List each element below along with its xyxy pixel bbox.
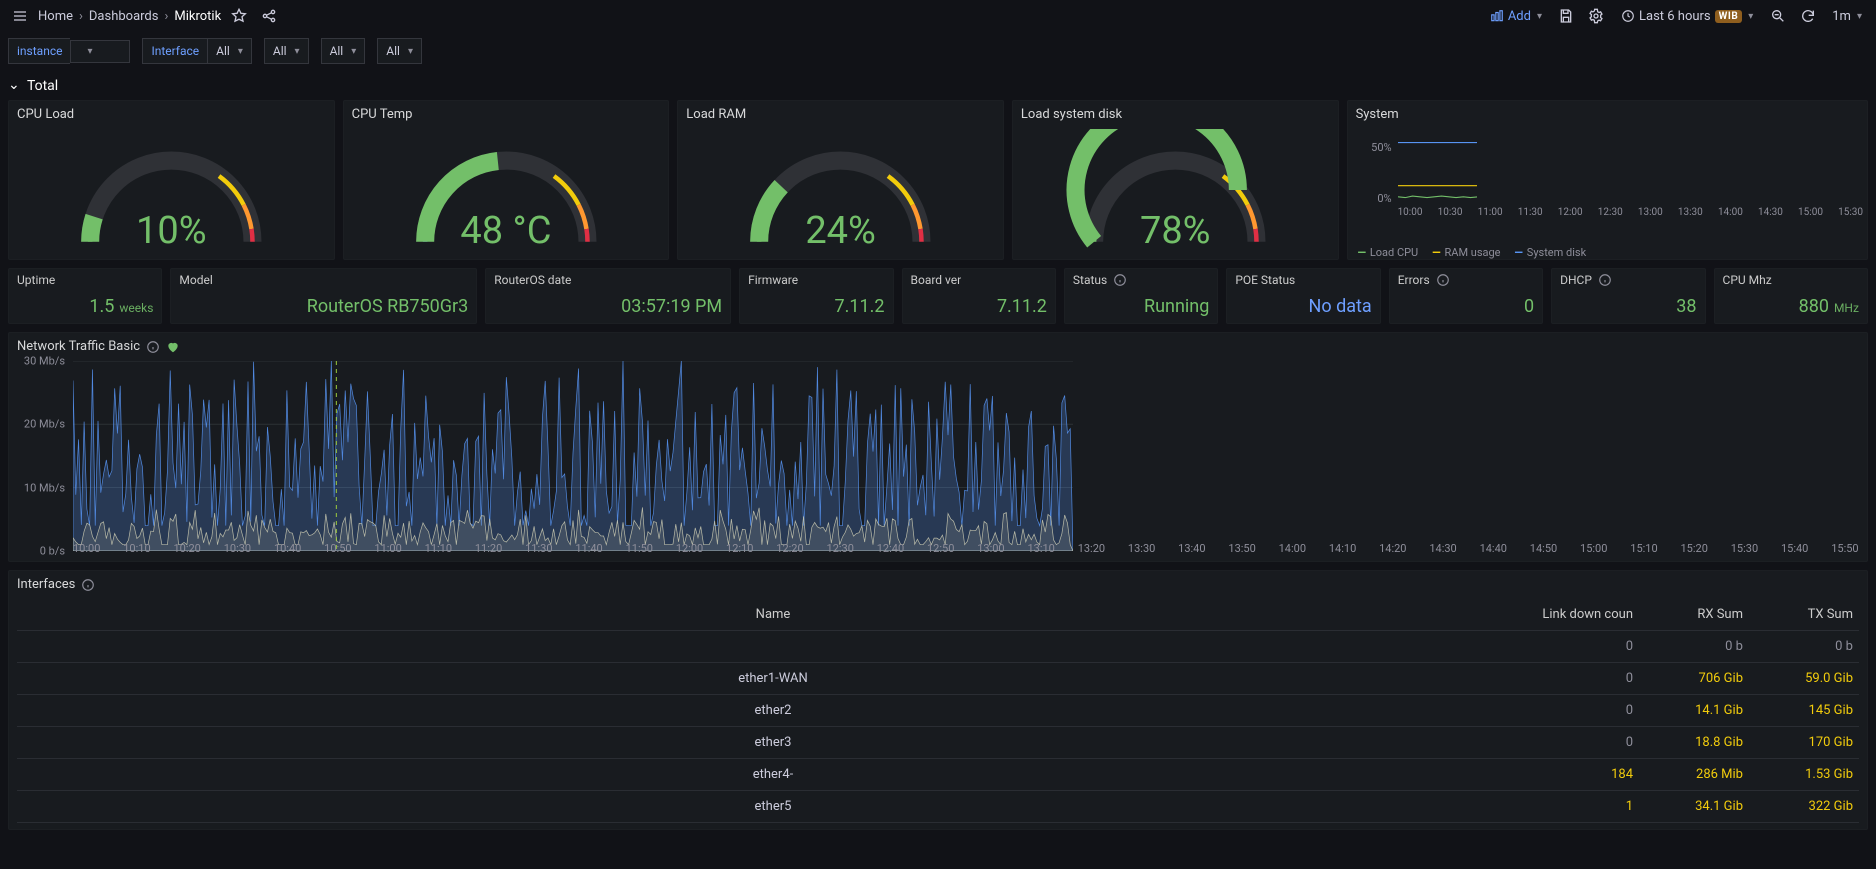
var-instance: instance [8,38,130,64]
table-row[interactable]: ether5134.1 Gib322 Gib [17,791,1859,823]
share-icon[interactable] [257,4,281,28]
panel-stat-routeros-date[interactable]: RouterOS date 03:57:19 PM [485,268,731,324]
var-interface-dropdown[interactable]: All [207,38,252,64]
panel-stat-status[interactable]: Status Running [1064,268,1218,324]
stat-value: 880 MHz [1799,296,1859,317]
panel-stat-firmware[interactable]: Firmware 7.11.2 [739,268,893,324]
var-extra-3-dropdown[interactable]: All [377,38,422,64]
variable-bar: instance Interface All All All All [0,32,1876,74]
timerange-picker[interactable]: Last 6 hours WIB [1614,4,1760,28]
var-instance-label: instance [8,38,70,64]
table-row[interactable]: 00 b0 b [17,631,1859,663]
panel-title: CPU Mhz [1715,269,1867,287]
panel-title: POE Status [1227,269,1379,287]
panel-system[interactable]: System 50% 0% 10:0010:3011:0011:3012:001… [1347,100,1868,260]
var-interface-label: Interface [142,38,207,64]
stat-value: 38 [1676,296,1696,317]
panel-load-disk[interactable]: Load system disk 78% [1012,100,1339,260]
gear-icon[interactable] [1584,4,1608,28]
breadcrumb-current[interactable]: Mikrotik [174,9,221,24]
stat-value: RouterOS RB750Gr3 [307,296,468,317]
panel-title: Network Traffic Basic [9,333,1867,354]
table-header-row: Name Link down coun RX Sum TX Sum [17,599,1859,631]
panel-stat-dhcp[interactable]: DHCP 38 [1551,268,1705,324]
panel-title: CPU Temp [344,101,669,122]
gauge-value: 48 °C [344,209,669,253]
info-icon [1113,273,1127,287]
zoom-out-icon[interactable] [1766,4,1790,28]
info-icon [1436,273,1450,287]
panel-network-traffic[interactable]: Network Traffic Basic 30 Mb/s20 Mb/s10 M… [8,332,1868,562]
table-row[interactable]: ether1-WAN0706 Gib59.0 Gib [17,663,1859,695]
info-icon [81,578,95,592]
refresh-interval[interactable]: 1m [1826,4,1868,28]
add-button[interactable]: Add [1484,4,1548,28]
gauge-value: 10% [9,209,334,253]
panel-title: Firmware [740,269,892,287]
panel-title: Status [1065,269,1217,287]
breadcrumb-dashboards[interactable]: Dashboards [89,9,159,24]
gauge-value: 24% [678,209,1003,253]
panel-title: Board ver [903,269,1055,287]
col-linkdown[interactable]: Link down coun [1529,599,1639,631]
panel-title: System [1348,101,1867,122]
panel-title: Load RAM [678,101,1003,122]
star-icon[interactable] [227,4,251,28]
panel-stat-uptime[interactable]: Uptime 1.5 weeks [8,268,162,324]
stat-value: 1.5 weeks [89,296,153,317]
col-tx[interactable]: TX Sum [1749,599,1859,631]
panel-cpu-temp[interactable]: CPU Temp 48 °C [343,100,670,260]
stat-value: 0 [1524,296,1534,317]
stat-value: 7.11.2 [835,296,885,317]
info-icon [1598,273,1612,287]
panel-title: DHCP [1552,269,1704,287]
panel-title: Errors [1390,269,1542,287]
interfaces-table: Name Link down coun RX Sum TX Sum 00 b0 … [17,599,1859,823]
col-rx[interactable]: RX Sum [1639,599,1749,631]
table-row[interactable]: ether4-184286 Mib1.53 Gib [17,759,1859,791]
gauge-value: 78% [1013,209,1338,253]
table-row[interactable]: ether3018.8 Gib170 Gib [17,727,1859,759]
panel-load-ram[interactable]: Load RAM 24% [677,100,1004,260]
stat-value: Running [1144,296,1209,317]
top-toolbar: Home › Dashboards › Mikrotik Add Last 6 … [0,0,1876,32]
stat-value: No data [1309,296,1372,317]
var-extra-1-dropdown[interactable]: All [264,38,309,64]
table-row[interactable]: ether2014.1 Gib145 Gib [17,695,1859,727]
panel-stat-model[interactable]: Model RouterOS RB750Gr3 [170,268,477,324]
breadcrumb-home[interactable]: Home [38,9,73,24]
breadcrumb: Home › Dashboards › Mikrotik [38,9,221,24]
panel-title: RouterOS date [486,269,730,287]
var-interface: Interface All [142,38,251,64]
panel-title: Model [171,269,476,287]
row-header-total[interactable]: Total [0,74,1876,98]
info-icon [146,340,160,354]
save-icon[interactable] [1554,4,1578,28]
stat-value: 7.11.2 [997,296,1047,317]
panel-stat-cpu-mhz[interactable]: CPU Mhz 880 MHz [1714,268,1868,324]
panel-stat-errors[interactable]: Errors 0 [1389,268,1543,324]
refresh-icon[interactable] [1796,4,1820,28]
var-instance-dropdown[interactable] [70,40,130,63]
heart-icon [166,340,180,354]
panel-cpu-load[interactable]: CPU Load 10% [8,100,335,260]
panel-title: Uptime [9,269,161,287]
system-chart [1398,125,1478,205]
panel-title: Load system disk [1013,101,1338,122]
stat-value: 03:57:19 PM [621,296,722,317]
col-name[interactable]: Name [17,599,1529,631]
panel-stat-board-ver[interactable]: Board ver 7.11.2 [902,268,1056,324]
menu-icon[interactable] [8,4,32,28]
panel-interfaces[interactable]: Interfaces Name Link down coun RX Sum TX… [8,570,1868,830]
network-chart [73,361,1073,551]
timezone-badge: WIB [1715,10,1743,23]
panel-title: CPU Load [9,101,334,122]
panel-stat-poe-status[interactable]: POE Status No data [1226,268,1380,324]
panel-title: Interfaces [9,571,1867,592]
var-extra-2-dropdown[interactable]: All [321,38,366,64]
system-legend: Load CPU RAM usage System disk [1358,246,1587,259]
